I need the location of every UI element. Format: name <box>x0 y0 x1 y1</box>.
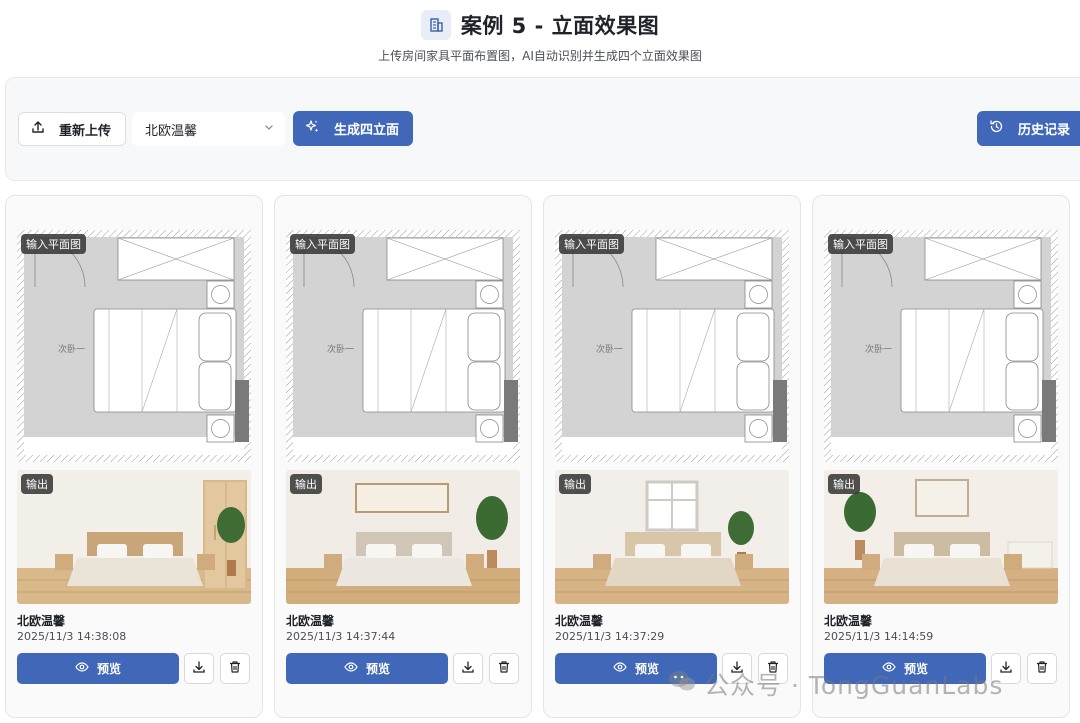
history-button[interactable]: 历史记录 <box>977 111 1080 146</box>
card-timestamp: 2025/11/3 14:37:44 <box>286 630 396 643</box>
room-label: 次卧一 <box>327 343 354 355</box>
preview-label: 预览 <box>365 662 390 676</box>
upload-icon <box>31 120 45 138</box>
style-select-value: 北欧温馨 <box>145 123 198 139</box>
toolbar: 重新上传 北欧温馨 生成四立面 历史记录 <box>5 77 1080 181</box>
title-row: 案例 5 - 立面效果图 <box>0 10 1080 40</box>
preview-label: 预览 <box>96 662 121 676</box>
preview-button[interactable]: 预览 <box>286 653 448 684</box>
trash-icon <box>1035 659 1049 678</box>
output-tag: 输出 <box>828 474 860 494</box>
room-label: 次卧一 <box>596 343 623 355</box>
room-label: 次卧一 <box>865 343 892 355</box>
chevron-down-icon <box>263 121 275 137</box>
reupload-button[interactable]: 重新上传 <box>18 112 126 146</box>
card-timestamp: 2025/11/3 14:38:08 <box>17 630 127 643</box>
preview-label: 预览 <box>634 662 659 676</box>
history-icon <box>989 119 1004 138</box>
eye-icon <box>75 660 89 677</box>
input-floorplan-image: 次卧一 <box>286 230 520 462</box>
building-icon <box>420 10 451 40</box>
eye-icon <box>344 660 358 677</box>
download-icon <box>461 659 475 678</box>
output-tag: 输出 <box>290 474 322 494</box>
watermark-text: 公众号 · TongGuanLabs <box>704 671 1004 700</box>
history-label: 历史记录 <box>1018 123 1071 138</box>
room-label: 次卧一 <box>58 343 85 355</box>
input-floorplan-image: 次卧一 <box>17 230 251 462</box>
output-tag: 输出 <box>21 474 53 494</box>
result-card: 次卧一 输入平面图 输出 北欧温馨 2025/11/3 14:14:59 预览 <box>812 195 1070 718</box>
download-button[interactable] <box>184 653 214 684</box>
card-timestamp: 2025/11/3 14:37:29 <box>555 630 665 643</box>
card-style-name: 北欧温馨 <box>286 614 335 628</box>
card-style-name: 北欧温馨 <box>17 614 66 628</box>
input-floorplan-image: 次卧一 <box>824 230 1058 462</box>
input-tag: 输入平面图 <box>290 234 355 254</box>
eye-icon <box>613 660 627 677</box>
style-select[interactable]: 北欧温馨 <box>132 112 285 146</box>
wechat-icon <box>668 669 696 699</box>
reupload-label: 重新上传 <box>59 123 112 139</box>
watermark: 公众号 · TongGuanLabs <box>668 666 1003 702</box>
input-floorplan-image: 次卧一 <box>555 230 789 462</box>
result-card: 次卧一 输入平面图 输出 北欧温馨 2025/11/3 14:37:29 预览 <box>543 195 801 718</box>
delete-button[interactable] <box>220 653 250 684</box>
delete-button[interactable] <box>489 653 519 684</box>
result-card: 次卧一 输入平面图 输出 北欧温馨 2025/11/3 14:38:08 预览 <box>5 195 263 718</box>
input-tag: 输入平面图 <box>21 234 86 254</box>
download-button[interactable] <box>453 653 483 684</box>
card-timestamp: 2025/11/3 14:14:59 <box>824 630 934 643</box>
delete-button[interactable] <box>1027 653 1057 684</box>
download-icon <box>192 659 206 678</box>
page-subtitle: 上传房间家具平面布置图，AI自动识别并生成四个立面效果图 <box>378 49 702 63</box>
trash-icon <box>497 659 511 678</box>
page-title: 案例 5 - 立面效果图 <box>460 14 660 38</box>
sparkles-icon <box>305 119 320 138</box>
input-tag: 输入平面图 <box>559 234 624 254</box>
trash-icon <box>228 659 242 678</box>
card-style-name: 北欧温馨 <box>824 614 873 628</box>
preview-button[interactable]: 预览 <box>17 653 179 684</box>
generate-elevations-button[interactable]: 生成四立面 <box>293 111 413 146</box>
output-tag: 输出 <box>559 474 591 494</box>
result-card: 次卧一 输入平面图 输出 北欧温馨 2025/11/3 14:37:44 预览 <box>274 195 532 718</box>
input-tag: 输入平面图 <box>828 234 893 254</box>
generate-label: 生成四立面 <box>334 123 400 138</box>
card-style-name: 北欧温馨 <box>555 614 604 628</box>
